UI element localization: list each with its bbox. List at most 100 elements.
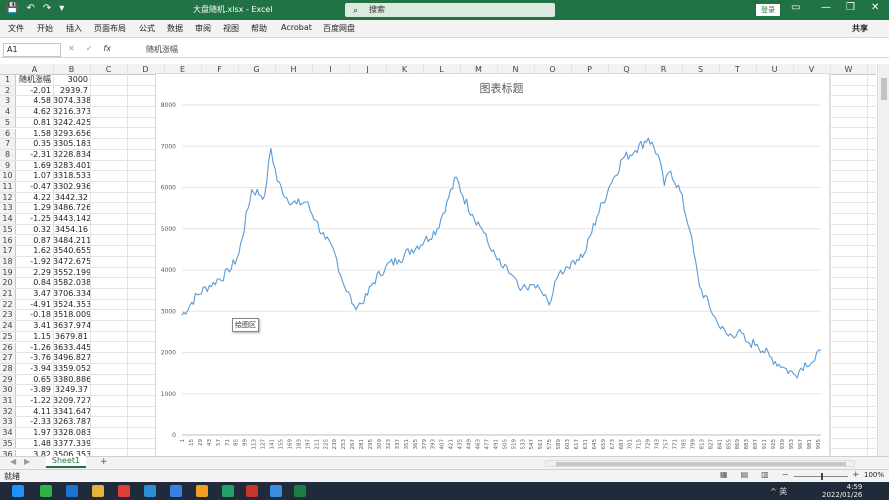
prev-sheet-icon[interactable]: ◀ bbox=[10, 457, 16, 466]
app-icon-bird[interactable] bbox=[270, 485, 282, 497]
tab-formulas[interactable]: 公式 bbox=[139, 23, 155, 34]
cell-b[interactable]: 3679.81 bbox=[53, 332, 90, 342]
cell-a[interactable]: 2.29 bbox=[16, 268, 53, 278]
cell-a[interactable]: -0.47 bbox=[16, 182, 53, 192]
enter-icon[interactable]: ✓ bbox=[86, 44, 93, 53]
cell-b[interactable]: 3328.083 bbox=[53, 428, 91, 438]
cell-a[interactable]: -0.18 bbox=[16, 310, 53, 320]
cell-a[interactable]: -1.22 bbox=[16, 396, 53, 406]
excel-active-icon[interactable] bbox=[294, 485, 306, 497]
cell-b[interactable]: 3305.183 bbox=[53, 139, 91, 149]
zoom-slider[interactable] bbox=[794, 473, 848, 480]
row-number[interactable]: 2 bbox=[0, 85, 16, 96]
row-number[interactable]: 25 bbox=[0, 331, 16, 342]
cell-b[interactable]: 3318.533 bbox=[53, 171, 91, 181]
cell-a[interactable]: 1.69 bbox=[16, 161, 53, 171]
app-icon-blue[interactable] bbox=[170, 485, 182, 497]
cell-a[interactable]: -4.91 bbox=[16, 300, 53, 310]
vertical-scrollbar[interactable] bbox=[877, 64, 889, 457]
cell-a[interactable]: 随机涨幅 bbox=[16, 75, 53, 85]
normal-view-icon[interactable]: ▦ bbox=[720, 470, 728, 479]
cell-b[interactable]: 3377.339 bbox=[53, 439, 91, 449]
app-icon-redbox[interactable] bbox=[246, 485, 258, 497]
cell-a[interactable]: 4.62 bbox=[16, 107, 53, 117]
tab-review[interactable]: 审阅 bbox=[195, 23, 211, 34]
row-number[interactable]: 27 bbox=[0, 353, 16, 363]
cell-b[interactable]: 3359.052 bbox=[53, 364, 91, 374]
row-number[interactable]: 28 bbox=[0, 363, 16, 374]
cell-b[interactable]: 3209.727 bbox=[53, 396, 91, 406]
zoom-level[interactable]: 100% bbox=[864, 471, 884, 479]
row-number[interactable]: 1 bbox=[0, 75, 16, 85]
tab-acrobat[interactable]: Acrobat bbox=[281, 23, 312, 32]
row-number[interactable]: 31 bbox=[0, 396, 16, 406]
vertical-scroll-thumb[interactable] bbox=[881, 78, 887, 100]
browser-icon[interactable] bbox=[144, 485, 156, 497]
maximize-icon[interactable]: ❐ bbox=[846, 2, 855, 13]
excel-taskbar-icon[interactable] bbox=[222, 485, 234, 497]
cell-a[interactable]: 1.15 bbox=[16, 332, 53, 342]
save-icon[interactable]: 💾 bbox=[6, 3, 18, 14]
cell-a[interactable]: 1.97 bbox=[16, 428, 53, 438]
system-tray[interactable]: ^ 英 bbox=[770, 486, 787, 497]
row-number[interactable]: 18 bbox=[0, 256, 16, 267]
row-number[interactable]: 33 bbox=[0, 417, 16, 428]
row-number[interactable]: 16 bbox=[0, 235, 16, 246]
cell-b[interactable]: 3074.338 bbox=[53, 96, 91, 106]
cell-b[interactable]: 3552.199 bbox=[53, 268, 91, 278]
cell-a[interactable]: -1.92 bbox=[16, 257, 53, 267]
zoom-slider-knob[interactable] bbox=[821, 473, 823, 480]
cell-a[interactable]: -1.25 bbox=[16, 214, 53, 224]
cell-a[interactable]: 3.41 bbox=[16, 321, 53, 331]
cell-b[interactable]: 3486.726 bbox=[53, 203, 91, 213]
row-number[interactable]: 22 bbox=[0, 299, 16, 310]
row-number[interactable]: 4 bbox=[0, 107, 16, 117]
add-sheet-button[interactable]: + bbox=[100, 457, 108, 467]
row-number[interactable]: 21 bbox=[0, 289, 16, 299]
cell-b[interactable]: 3000 bbox=[53, 75, 90, 85]
undo-icon[interactable]: ↶ bbox=[26, 3, 34, 14]
redo-icon[interactable]: ↷ bbox=[43, 3, 51, 14]
close-icon[interactable]: ✕ bbox=[871, 2, 879, 13]
row-number[interactable]: 6 bbox=[0, 128, 16, 139]
cell-b[interactable]: 3496.827 bbox=[53, 353, 91, 363]
share-button[interactable]: 共享 bbox=[852, 23, 868, 34]
cancel-icon[interactable]: ✕ bbox=[68, 44, 75, 53]
chrome-icon[interactable] bbox=[196, 485, 208, 497]
cell-a[interactable]: 0.35 bbox=[16, 139, 53, 149]
ribbon-display-icon[interactable]: ▭ bbox=[791, 2, 800, 13]
row-number[interactable]: 7 bbox=[0, 139, 16, 149]
row-number[interactable]: 11 bbox=[0, 182, 16, 192]
cell-a[interactable]: 3.47 bbox=[16, 289, 53, 299]
cell-b[interactable]: 3302.936 bbox=[53, 182, 91, 192]
cell-b[interactable]: 3249.37 bbox=[53, 385, 90, 395]
horizontal-scrollbar[interactable] bbox=[545, 460, 855, 467]
cell-b[interactable]: 3518.009 bbox=[53, 310, 91, 320]
cell-b[interactable]: 3637.974 bbox=[53, 321, 91, 331]
cell-a[interactable]: 4.11 bbox=[16, 407, 53, 417]
cell-a[interactable]: 0.65 bbox=[16, 375, 53, 385]
cell-a[interactable]: 0.84 bbox=[16, 278, 53, 288]
row-number[interactable]: 13 bbox=[0, 203, 16, 214]
column-header-c[interactable]: C bbox=[90, 65, 127, 74]
row-number[interactable]: 12 bbox=[0, 192, 16, 203]
row-number[interactable]: 17 bbox=[0, 246, 16, 256]
minimize-icon[interactable]: — bbox=[821, 2, 831, 13]
wechat-icon[interactable] bbox=[40, 485, 52, 497]
row-number[interactable]: 34 bbox=[0, 428, 16, 438]
name-box[interactable]: A1 bbox=[3, 43, 61, 57]
cell-b[interactable]: 3582.038 bbox=[53, 278, 91, 288]
cell-b[interactable]: 3216.373 bbox=[53, 107, 91, 117]
horizontal-scroll-thumb[interactable] bbox=[556, 462, 846, 466]
row-number[interactable]: 20 bbox=[0, 278, 16, 288]
edge-icon[interactable] bbox=[66, 485, 78, 497]
row-number[interactable]: 3 bbox=[0, 96, 16, 107]
row-number[interactable]: 9 bbox=[0, 160, 16, 171]
cell-b[interactable]: 3484.211 bbox=[53, 236, 91, 246]
row-number[interactable]: 8 bbox=[0, 149, 16, 160]
tab-data[interactable]: 数据 bbox=[167, 23, 183, 34]
cell-b[interactable]: 3540.655 bbox=[53, 246, 91, 256]
cell-b[interactable]: 3472.675 bbox=[53, 257, 91, 267]
tab-insert[interactable]: 插入 bbox=[66, 23, 82, 34]
cell-a[interactable]: 4.58 bbox=[16, 96, 53, 106]
